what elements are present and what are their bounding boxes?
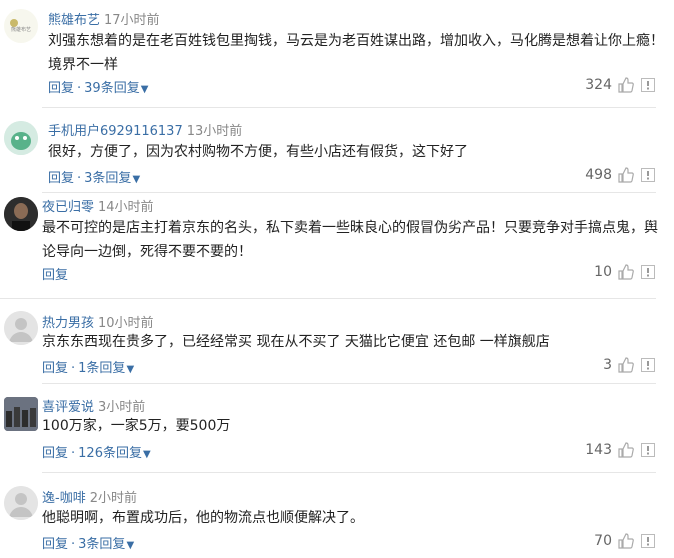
chevron-down-icon: ▼ [132,174,141,185]
reply-button[interactable]: 回复 [42,446,68,461]
reply-button[interactable]: 回复 [42,361,68,376]
comment-text: 很好，方便了，因为农村购物不方便，有些小店还有假货，这下好了 [48,144,468,160]
divider [42,472,656,473]
replies-count: 3条回复 [78,537,126,552]
comment-header: 熊雄布艺 17小时前 [48,9,160,28]
separator: · [71,361,76,376]
thumbs-up-icon[interactable] [618,357,634,373]
comment-actions: 回复 · 126条回复▼ [42,442,151,461]
chevron-down-icon: ▼ [126,540,135,551]
divider [42,107,656,108]
replies-count: 1条回复 [78,361,126,376]
report-icon[interactable] [640,264,656,280]
avatar[interactable] [4,397,38,431]
reply-button[interactable]: 回复 [48,81,74,96]
group-photo-icon [4,397,38,431]
username[interactable]: 热力男孩 [42,316,94,331]
divider [42,192,656,193]
view-replies-button[interactable]: 3条回复▼ [84,171,140,186]
chevron-down-icon: ▼ [140,84,149,95]
reply-button[interactable]: 回复 [48,171,74,186]
chevron-down-icon: ▼ [126,364,135,375]
comment-header: 夜已归零 14小时前 [42,196,154,215]
replies-count: 126条回复 [78,446,142,461]
report-icon[interactable] [640,357,656,373]
thumbs-up-icon[interactable] [618,167,634,183]
comment-meta: 10 [594,264,656,280]
report-icon[interactable] [640,442,656,458]
chevron-down-icon: ▼ [142,449,151,460]
comment-meta: 70 [594,533,656,549]
timestamp: 3小时前 [98,400,146,415]
avatar[interactable]: 熊雄布艺 [4,9,38,43]
separator: · [71,537,76,552]
comment-meta: 3 [603,357,656,373]
thumbs-up-icon[interactable] [618,533,634,549]
avatar[interactable] [4,486,38,520]
comment-meta: 498 [585,167,656,183]
divider [0,298,656,299]
divider [42,383,656,384]
avatar[interactable] [4,311,38,345]
username[interactable]: 手机用户6929116137 [48,124,183,139]
default-avatar-icon [4,311,38,345]
comment-actions: 回复 [42,264,68,283]
comment-header: 热力男孩 10小时前 [42,312,154,331]
like-count: 324 [585,77,612,93]
comment-actions: 回复 · 1条回复▼ [42,357,134,376]
timestamp: 14小时前 [98,200,154,215]
view-replies-button[interactable]: 126条回复▼ [78,446,151,461]
brand-logo-icon: 熊雄布艺 [4,9,38,43]
default-avatar-icon [4,121,38,155]
username[interactable]: 逸-咖啡 [42,491,86,506]
default-avatar-icon [4,486,38,520]
report-icon[interactable] [640,77,656,93]
like-count: 3 [603,357,612,373]
like-count: 70 [594,533,612,549]
separator: · [71,446,76,461]
avatar-logo-text: 熊雄布艺 [11,26,31,33]
avatar[interactable] [4,197,38,231]
comment-actions: 回复 · 39条回复▼ [48,77,148,96]
comment-text: 最不可控的是店主打着京东的名头，私下卖着一些昧良心的假冒伪劣产品！只要竞争对手搞… [42,220,658,260]
view-replies-button[interactable]: 1条回复▼ [78,361,134,376]
timestamp: 10小时前 [98,316,154,331]
username[interactable]: 喜评爱说 [42,400,94,415]
avatar[interactable] [4,121,38,155]
report-icon[interactable] [640,533,656,549]
reply-button[interactable]: 回复 [42,268,68,283]
view-replies-button[interactable]: 39条回复▼ [84,81,148,96]
timestamp: 17小时前 [104,13,160,28]
thumbs-up-icon[interactable] [618,442,634,458]
reply-button[interactable]: 回复 [42,537,68,552]
comment-actions: 回复 · 3条回复▼ [42,533,134,552]
username[interactable]: 夜已归零 [42,200,94,215]
view-replies-button[interactable]: 3条回复▼ [78,537,134,552]
comment-header: 喜评爱说 3小时前 [42,396,145,415]
timestamp: 13小时前 [186,124,243,139]
comment-text: 100万家，一家5万，要500万 [42,418,231,434]
separator: · [77,171,82,186]
thumbs-up-icon[interactable] [618,264,634,280]
like-count: 498 [585,167,612,183]
replies-count: 3条回复 [84,171,132,186]
thumbs-up-icon[interactable] [618,77,634,93]
comment-text: 他聪明啊，布置成功后，他的物流点也顺便解决了。 [42,510,364,526]
comment-meta: 143 [585,442,656,458]
like-count: 10 [594,264,612,280]
comment-header: 逸-咖啡 2小时前 [42,487,137,506]
comment-header: 手机用户6929116137 13小时前 [48,120,242,139]
report-icon[interactable] [640,167,656,183]
separator: · [77,81,82,96]
timestamp: 2小时前 [89,491,137,506]
user-photo-icon [4,197,38,231]
like-count: 143 [585,442,612,458]
username[interactable]: 熊雄布艺 [48,13,100,28]
comment-text: 刘强东想着的是在老百姓钱包里掏钱，马云是为老百姓谋出路，增加收入，马化腾是想着让… [48,33,664,73]
comment-actions: 回复 · 3条回复▼ [48,167,140,186]
comment-text: 京东东西现在贵多了，已经经常买 现在从不买了 天猫比它便宜 还包邮 一样旗舰店 [42,334,550,350]
replies-count: 39条回复 [84,81,140,96]
comment-meta: 324 [585,77,656,93]
